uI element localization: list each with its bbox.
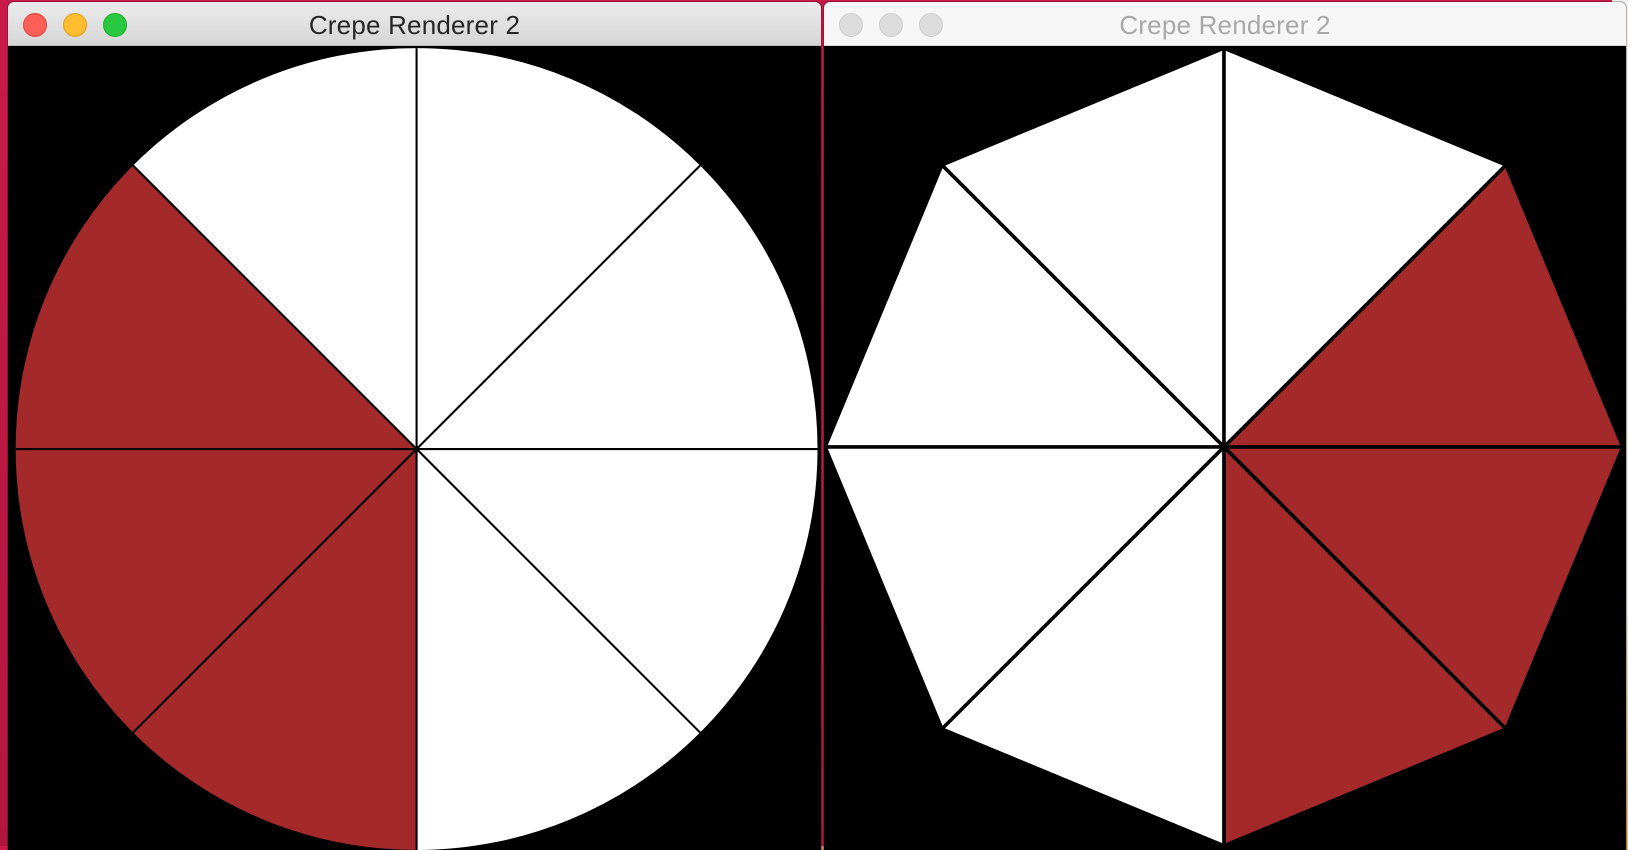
circle-pie-render bbox=[15, 48, 818, 850]
window-title: Crepe Renderer 2 bbox=[308, 10, 521, 40]
renderer-window-left[interactable]: Crepe Renderer 2 bbox=[8, 2, 821, 850]
renderer-window-right[interactable]: Crepe Renderer 2 bbox=[824, 2, 1626, 850]
render-canvas[interactable] bbox=[824, 46, 1626, 850]
render-canvas[interactable] bbox=[8, 46, 821, 850]
octagon-pie-render bbox=[824, 46, 1625, 848]
window-titlebar[interactable]: Crepe Renderer 2 bbox=[824, 2, 1626, 46]
window-title: Crepe Renderer 2 bbox=[1119, 10, 1331, 40]
window-titlebar[interactable]: Crepe Renderer 2 bbox=[8, 2, 821, 46]
